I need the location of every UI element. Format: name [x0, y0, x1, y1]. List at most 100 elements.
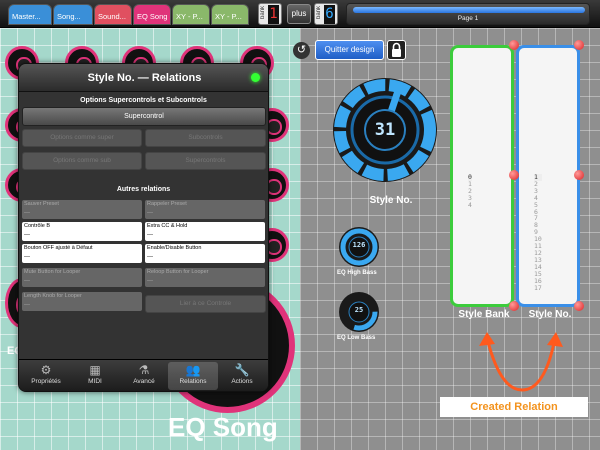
tab-midi[interactable]: ▦ MIDI [70, 362, 120, 390]
tab-master[interactable]: Master... [8, 4, 52, 25]
panel-tab-bar: ⚙ Propriétés ▦ MIDI ⚗ Avancé 👥 Relations 🔧 Ac… [19, 359, 268, 391]
list-item[interactable]: 17 [534, 284, 542, 292]
undo-button[interactable]: ↺ [293, 42, 310, 59]
page-slider-track[interactable] [353, 7, 585, 13]
field-label: Contrôle B [24, 223, 50, 229]
field-label: Length Knob for Looper [24, 293, 82, 299]
supercontrol-button[interactable]: Supercontrol [22, 107, 266, 126]
enable-disable-button-field[interactable]: Enable/Disable Button --- [145, 244, 265, 263]
eq-high-value: 126 [352, 241, 366, 249]
panel-title: Style No. — Relations [87, 72, 202, 84]
tab-properties[interactable]: ⚙ Propriétés [21, 362, 71, 390]
tab-label: XY - P... [176, 12, 203, 21]
lock-icon [392, 42, 401, 57]
quit-design-button[interactable]: Quitter design [315, 40, 384, 60]
flask-icon: ⚗ [138, 363, 150, 377]
tab-song[interactable]: Song... [53, 4, 93, 25]
resize-handle[interactable] [509, 170, 519, 180]
bank-label: bank [260, 6, 266, 20]
lock-button[interactable] [387, 40, 406, 60]
style-bank-label: Style Bank [458, 309, 510, 320]
subcontrols-button[interactable]: Subcontrols [145, 129, 266, 147]
tab-eq-song[interactable]: EQ Song [133, 4, 171, 25]
wrench-icon: 🔧 [234, 363, 250, 377]
resize-handle[interactable] [574, 40, 584, 50]
tab-label: EQ Song [137, 12, 168, 21]
undo-icon: ↺ [296, 44, 307, 56]
status-indicator [251, 73, 260, 82]
field-label: Extra CC & Hold [147, 223, 188, 229]
resize-handle[interactable] [509, 301, 519, 311]
section-title-supercontrols: Options Supercontrols et Subcontrols [80, 97, 207, 104]
off-button-default-field[interactable]: Bouton OFF ajusté à Défaut --- [22, 244, 142, 263]
field-value: --- [147, 278, 153, 284]
plus-button[interactable]: plus [287, 4, 311, 24]
field-label: Reloop Button for Looper [147, 269, 209, 275]
eq-high-label: EQ High Bass [337, 270, 377, 276]
bank-label: bank [316, 6, 322, 20]
recall-preset-field[interactable]: Rappeler Preset --- [145, 200, 265, 219]
field-value: --- [24, 232, 30, 238]
save-preset-field[interactable]: Sauver Preset --- [22, 200, 142, 219]
field-label: Rappeler Preset [147, 201, 187, 207]
tab-xy-pad-2[interactable]: XY - P... [211, 4, 249, 25]
length-knob-looper-field[interactable]: Length Knob for Looper --- [22, 292, 142, 311]
field-label: Mute Button for Looper [24, 269, 81, 275]
style-bank-list[interactable]: 0 1 2 3 4 [450, 45, 514, 307]
tab-label: XY - P... [215, 12, 242, 21]
style-no-list[interactable]: 1 2 3 4 5 6 7 8 9 10 11 12 13 14 15 16 1… [516, 45, 580, 307]
tab-label: Song... [57, 12, 81, 21]
resize-handle[interactable] [574, 301, 584, 311]
field-label: Bouton OFF ajusté à Défaut [24, 245, 93, 251]
tab-label: MIDI [88, 378, 102, 385]
tab-xy-pad-1[interactable]: XY - P... [172, 4, 210, 25]
field-value: --- [24, 302, 30, 308]
bank-value: 6 [324, 5, 335, 24]
options-as-sub-button[interactable]: Options comme sub [22, 152, 142, 170]
control-b-field[interactable]: Contrôle B --- [22, 222, 142, 241]
panel-header: Style No. — Relations [19, 64, 268, 92]
options-as-super-button[interactable]: Options comme super [22, 129, 142, 147]
tab-label: Master... [12, 12, 41, 21]
list-item[interactable]: 4 [468, 201, 472, 209]
tab-label: Sound... [98, 12, 126, 21]
link-control-button[interactable]: Lier à ce Controle [145, 295, 266, 313]
tab-label: Actions [231, 378, 253, 385]
field-value: --- [24, 210, 30, 216]
bank-selector-1[interactable]: bank 1 [258, 3, 282, 25]
style-no-label: Style No. [528, 309, 572, 320]
tab-actions[interactable]: 🔧 Actions [217, 362, 267, 390]
gears-icon: ⚙ [40, 363, 52, 377]
tab-relations[interactable]: 👥 Relations [168, 362, 218, 390]
style-knob-label: Style No. [369, 195, 413, 206]
resize-handle[interactable] [509, 40, 519, 50]
field-value: --- [24, 254, 30, 260]
page-label: Page 1 [457, 15, 479, 22]
supercontrols-button[interactable]: Supercontrols [145, 152, 266, 170]
eq-low-label: EQ Low Bass [337, 335, 376, 341]
tab-sound[interactable]: Sound... [94, 4, 132, 25]
mute-button-looper-field[interactable]: Mute Button for Looper --- [22, 268, 142, 287]
eq-low-value: 25 [354, 306, 364, 314]
page-title-eq-song: EQ Song [168, 412, 278, 442]
field-value: --- [147, 210, 153, 216]
page-slider[interactable]: Page 1 [346, 3, 590, 25]
field-label: Sauver Preset [24, 201, 59, 207]
tab-advanced[interactable]: ⚗ Avancé [119, 362, 169, 390]
app-window: Master... Song... Sound... EQ Song XY - … [0, 0, 600, 450]
created-relation-caption: Created Relation [440, 397, 588, 417]
style-bank-items: 0 1 2 3 4 [468, 174, 472, 209]
resize-handle[interactable] [574, 170, 584, 180]
tab-label: Avancé [133, 378, 155, 385]
relations-panel: Style No. — Relations Options Supercontr… [18, 63, 269, 392]
field-value: --- [147, 254, 153, 260]
extra-cc-hold-field[interactable]: Extra CC & Hold --- [145, 222, 265, 241]
relation-arrow-icon [479, 332, 563, 392]
keyboard-icon: ▦ [89, 363, 101, 377]
reloop-button-looper-field[interactable]: Reloop Button for Looper --- [145, 268, 265, 287]
field-value: --- [147, 232, 153, 238]
section-title-other-relations: Autres relations [116, 186, 171, 193]
bank-value: 1 [268, 5, 279, 24]
bank-selector-2[interactable]: bank 6 [314, 3, 338, 25]
style-no-items: 1 2 3 4 5 6 7 8 9 10 11 12 13 14 15 16 1… [534, 174, 542, 291]
